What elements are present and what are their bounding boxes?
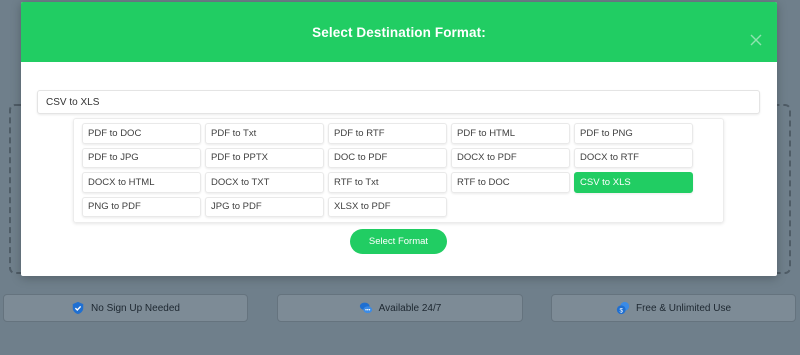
format-option[interactable]: PDF to PPTX [205,147,324,168]
format-option[interactable]: JPG to PDF [205,196,324,217]
format-option[interactable]: PDF to RTF [328,123,447,144]
format-search-input[interactable] [37,90,760,114]
format-option[interactable]: CSV to XLS [574,172,693,193]
format-grid: PDF to DOC PDF to Txt PDF to RTF PDF to HTM… [73,118,724,223]
format-option[interactable]: PNG to PDF [82,196,201,217]
chat-bubbles-icon [359,302,372,314]
format-option[interactable]: PDF to PNG [574,123,693,144]
feature-label: Free & Unlimited Use [635,302,732,314]
feature-label: Available 24/7 [378,302,442,314]
coins-icon: $ [616,301,630,314]
shield-check-icon [72,301,84,315]
format-option[interactable]: RTF to Txt [328,172,447,193]
format-option[interactable]: DOC to PDF [328,147,447,168]
format-option[interactable]: DOCX to TXT [205,172,324,193]
format-option[interactable]: PDF to HTML [451,123,570,144]
format-option[interactable]: DOCX to PDF [451,147,570,168]
format-option[interactable]: PDF to JPG [82,147,201,168]
feature-no-signup: No Sign Up Needed [3,294,248,322]
modal-header: Select Destination Format: [21,2,777,62]
svg-text:$: $ [620,307,624,314]
format-option[interactable]: RTF to DOC [451,172,570,193]
select-format-modal: Select Destination Format: PDF to DOCPDF… [21,2,777,276]
feature-available: Available 24/7 [277,294,523,322]
format-option[interactable]: PDF to Txt [205,123,324,144]
format-option[interactable]: XLSX to PDF [328,196,447,217]
feature-free: $ Free & Unlimited Use [551,294,796,322]
select-format-button[interactable]: Select Format [350,229,447,254]
close-icon [750,34,762,46]
close-button[interactable] [749,33,763,47]
format-option[interactable]: DOCX to RTF [574,147,693,168]
format-option[interactable]: DOCX to HTML [82,172,201,193]
modal-title: Select Destination Format: [312,24,486,40]
feature-label: No Sign Up Needed [91,302,180,314]
format-option[interactable]: PDF to DOC [82,123,201,144]
